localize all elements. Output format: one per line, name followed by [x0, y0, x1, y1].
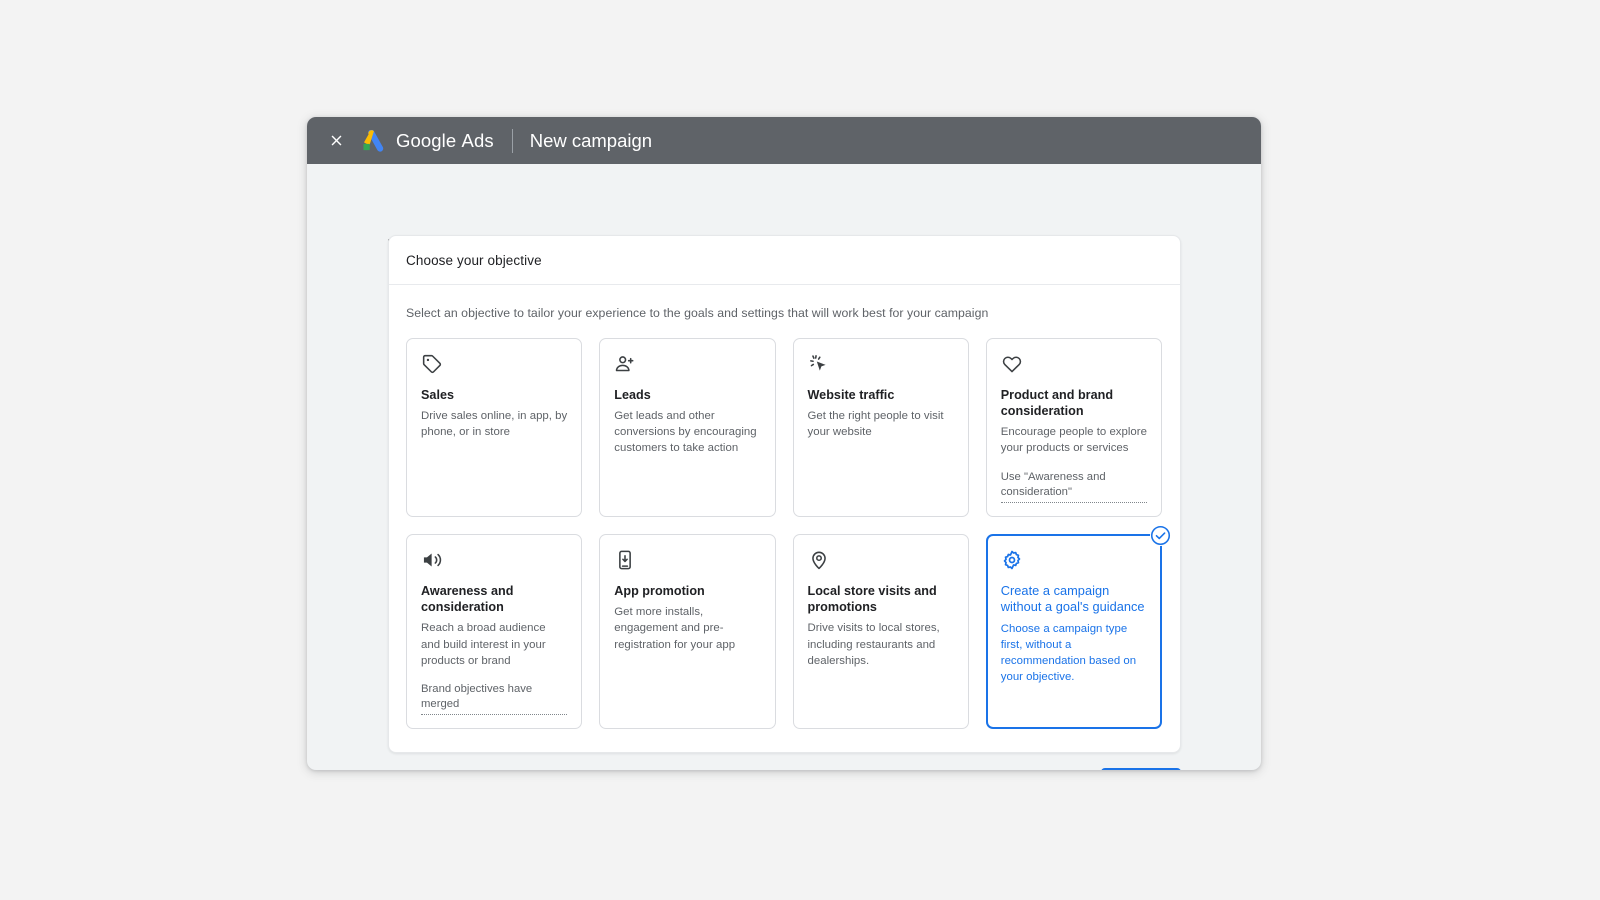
objective-description: Get leads and other conversions by encou…: [614, 410, 757, 455]
selected-check-icon: [1150, 525, 1171, 547]
dialog-actions: Cancel Continue: [388, 767, 1181, 770]
objective-title: Sales: [421, 388, 455, 402]
objective-description: Get more installs, engagement and pre-re…: [614, 606, 736, 651]
objective-description: Get the right people to visit your websi…: [807, 410, 944, 439]
brand-ads: Ads: [461, 129, 494, 151]
dialog-titlebar: Google Ads New campaign: [307, 117, 1261, 164]
objective-title: App promotion: [614, 584, 705, 599]
tag-icon: [421, 353, 567, 377]
objective-title: Leads: [614, 388, 651, 402]
objective-link[interactable]: Brand objectives have merged: [421, 682, 568, 716]
objective-title: Local store visits and promotions: [807, 584, 937, 615]
objective-card[interactable]: Awareness and consideration Reach a broad…: [406, 534, 583, 730]
new-campaign-dialog: Google Ads New campaign What's your camp…: [307, 117, 1261, 770]
objective-card[interactable]: Website traffic Get the right people to v…: [792, 338, 969, 518]
objective-panel: Choose your objective Select an objectiv…: [388, 235, 1181, 754]
objective-description: Choose a campaign type first, without a …: [1000, 622, 1137, 684]
objective-description: Drive sales online, in app, by phone, or…: [421, 410, 568, 439]
continue-button[interactable]: Continue: [1100, 768, 1181, 770]
objective-title: Awareness and consideration: [421, 584, 514, 615]
close-icon[interactable]: [321, 126, 351, 156]
objective-title: Create a campaign without a goal's guida…: [1000, 583, 1145, 615]
panel-subtitle: Select an objective to tailor your exper…: [406, 306, 989, 320]
objective-description: Drive visits to local stores, including …: [807, 622, 940, 667]
brand-google: Google: [396, 129, 457, 151]
objective-title: Product and brand consideration: [1000, 388, 1114, 419]
screen-name: New campaign: [529, 129, 653, 151]
objective-description: Encourage people to explore your product…: [1000, 426, 1147, 455]
objective-card[interactable]: Create a campaign without a goal's guida…: [985, 525, 1171, 730]
objective-card[interactable]: Local store visits and promotions Drive v…: [792, 534, 969, 730]
person-add-icon: [614, 353, 760, 377]
objective-title: Website traffic: [807, 388, 895, 402]
objective-card[interactable]: Product and brand consideration Encourage…: [985, 338, 1162, 518]
objective-link[interactable]: Use "Awareness and consideration": [1000, 470, 1147, 504]
objective-grid: Sales Drive sales online, in app, by phon…: [389, 320, 1180, 752]
titlebar-divider: [511, 128, 513, 153]
heart-icon: [1001, 353, 1147, 377]
gear-icon: [1001, 549, 1147, 573]
dialog-body: What's your campaign objective? Choose y…: [307, 164, 1261, 770]
objective-card[interactable]: Sales Drive sales online, in app, by phon…: [406, 338, 583, 518]
google-ads-logo-icon: [361, 129, 387, 152]
objective-description: Reach a broad audience and build interes…: [421, 622, 546, 667]
cursor-click-icon: [808, 353, 954, 377]
megaphone-icon: [421, 549, 567, 573]
cancel-button[interactable]: Cancel: [1027, 767, 1085, 770]
location-pin-icon: [808, 549, 954, 573]
objective-card[interactable]: App promotion Get more installs, engageme…: [599, 534, 776, 730]
brand-name: Google Ads: [396, 130, 494, 152]
mobile-download-icon: [614, 549, 760, 573]
objective-card[interactable]: Leads Get leads and other conversions by …: [599, 338, 776, 518]
panel-header: Choose your objective: [389, 236, 1180, 285]
